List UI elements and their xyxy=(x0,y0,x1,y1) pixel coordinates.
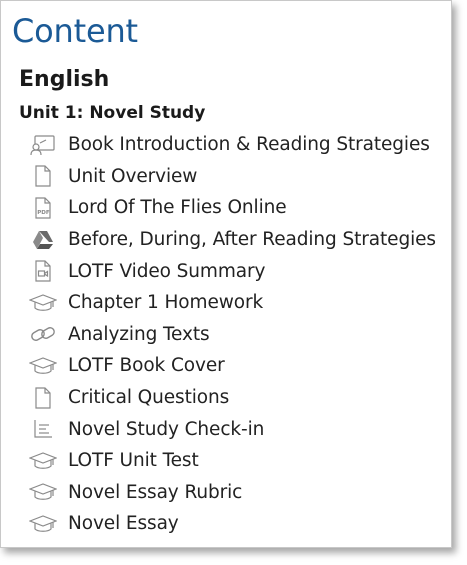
list-item[interactable]: Analyzing Texts xyxy=(1,319,451,351)
item-label: Before, During, After Reading Strategies xyxy=(68,229,436,251)
video-file-icon xyxy=(29,259,57,283)
list-item[interactable]: LOTF Book Cover xyxy=(1,350,451,382)
graduation-cap-icon xyxy=(29,512,57,536)
item-label: Critical Questions xyxy=(68,387,230,409)
item-label: Unit Overview xyxy=(68,165,198,187)
item-label: Novel Essay xyxy=(68,513,179,535)
list-item[interactable]: Before, During, After Reading Strategies xyxy=(1,224,451,256)
pdf-icon: PDF xyxy=(29,196,57,220)
item-label: LOTF Unit Test xyxy=(68,450,199,472)
item-label: Analyzing Texts xyxy=(68,323,210,345)
unit-heading[interactable]: Unit 1: Novel Study xyxy=(19,101,205,125)
list-item[interactable]: Novel Study Check-in xyxy=(1,413,451,445)
presentation-icon xyxy=(29,133,57,157)
list-item[interactable]: Unit Overview xyxy=(1,161,451,193)
item-label: LOTF Video Summary xyxy=(68,260,266,282)
item-label: Novel Study Check-in xyxy=(68,418,265,440)
item-label: Book Introduction & Reading Strategies xyxy=(68,134,430,156)
page-title: Content xyxy=(12,12,138,50)
svg-text:PDF: PDF xyxy=(37,210,50,216)
graduation-cap-icon xyxy=(29,449,57,473)
list-item[interactable]: Novel Essay xyxy=(1,508,451,540)
list-item[interactable]: PDF Lord Of The Flies Online xyxy=(1,192,451,224)
item-label: Chapter 1 Homework xyxy=(68,292,264,314)
item-label: Lord Of The Flies Online xyxy=(68,197,287,219)
link-icon xyxy=(29,322,57,346)
list-item[interactable]: LOTF Unit Test xyxy=(1,445,451,477)
list-item[interactable]: Chapter 1 Homework xyxy=(1,287,451,319)
graduation-cap-icon xyxy=(29,480,57,504)
course-heading: English xyxy=(19,67,110,92)
document-icon xyxy=(29,164,57,188)
list-item[interactable]: Novel Essay Rubric xyxy=(1,477,451,509)
checklist-icon xyxy=(29,417,57,441)
list-item[interactable]: Book Introduction & Reading Strategies xyxy=(1,129,451,161)
content-list: Book Introduction & Reading Strategies U… xyxy=(1,129,451,540)
content-panel: Content English Unit 1: Novel Study Book… xyxy=(0,0,452,548)
document-icon xyxy=(29,386,57,410)
graduation-cap-icon xyxy=(29,354,57,378)
graduation-cap-icon xyxy=(29,291,57,315)
list-item[interactable]: LOTF Video Summary xyxy=(1,255,451,287)
item-label: LOTF Book Cover xyxy=(68,355,225,377)
google-drive-icon xyxy=(29,228,57,252)
item-label: Novel Essay Rubric xyxy=(68,481,243,503)
list-item[interactable]: Critical Questions xyxy=(1,382,451,414)
